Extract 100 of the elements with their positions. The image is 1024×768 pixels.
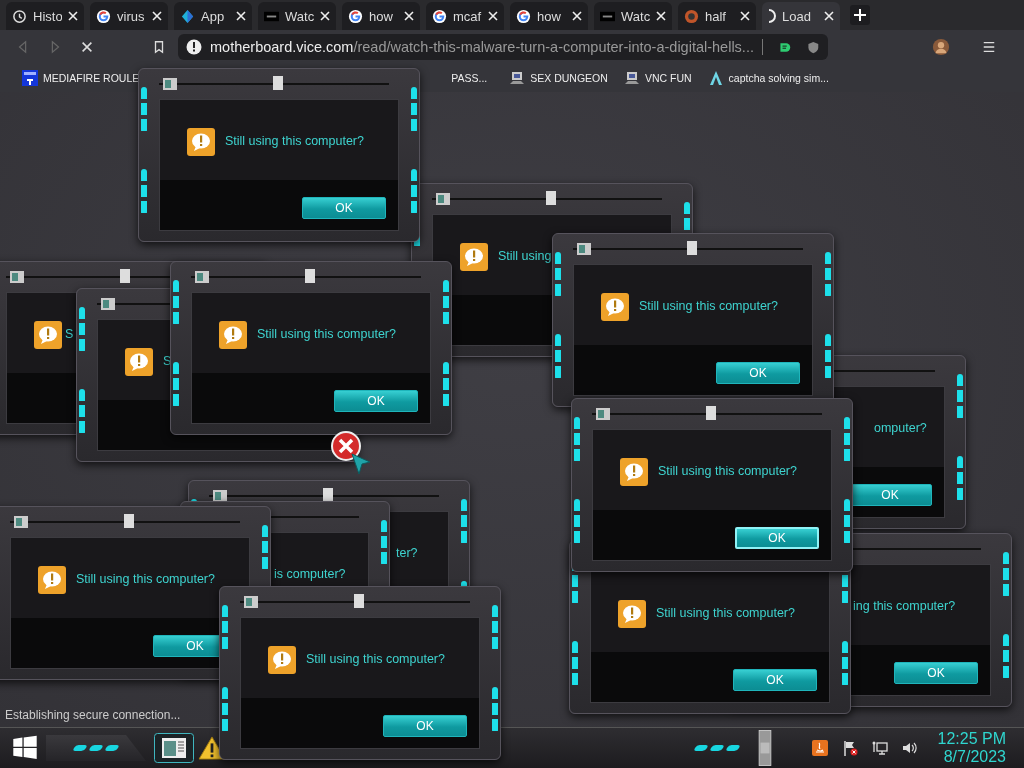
message-text: is computer? bbox=[274, 566, 346, 582]
led-strip bbox=[825, 334, 831, 380]
close-icon[interactable] bbox=[572, 11, 582, 21]
loading-icon bbox=[768, 9, 776, 23]
browser-tab[interactable]: Load bbox=[762, 2, 840, 30]
site-icon bbox=[180, 8, 195, 24]
browser-tab[interactable]: how bbox=[342, 2, 420, 30]
java-icon[interactable] bbox=[811, 740, 828, 756]
window-icon bbox=[14, 516, 28, 528]
close-icon[interactable] bbox=[824, 11, 834, 21]
alert-bubble-icon bbox=[460, 243, 488, 271]
google-icon bbox=[516, 8, 531, 24]
browser-tab[interactable]: how bbox=[510, 2, 588, 30]
title-square-icon bbox=[305, 269, 315, 283]
led-strip bbox=[381, 520, 387, 566]
led-strip bbox=[443, 280, 449, 326]
info-icon[interactable] bbox=[186, 39, 202, 55]
browser-tab[interactable]: virus bbox=[90, 2, 168, 30]
alert-bubble-icon bbox=[618, 600, 646, 628]
browser-tab[interactable]: Histo bbox=[6, 2, 84, 30]
close-icon[interactable] bbox=[488, 11, 498, 21]
led-strip bbox=[574, 499, 580, 545]
bookmark-link[interactable]: SEX DUNGEON bbox=[509, 70, 608, 86]
led-strip bbox=[1003, 634, 1009, 680]
close-icon[interactable] bbox=[320, 11, 330, 21]
windows-logo-icon[interactable] bbox=[12, 735, 38, 761]
led-strip bbox=[555, 334, 561, 380]
led-strip bbox=[222, 687, 228, 733]
clock-time: 12:25 PM bbox=[937, 730, 1006, 748]
bookmark-icon[interactable] bbox=[152, 40, 166, 54]
menu-icon[interactable] bbox=[982, 40, 996, 54]
led-strip bbox=[957, 374, 963, 420]
led-strip bbox=[844, 417, 850, 463]
close-icon[interactable] bbox=[404, 11, 414, 21]
title-square-icon bbox=[273, 76, 283, 90]
led-strip bbox=[555, 252, 561, 298]
window-icon bbox=[577, 243, 591, 255]
volume-icon[interactable] bbox=[901, 740, 918, 756]
bookmark-link[interactable]: VNC FUN bbox=[623, 70, 692, 86]
message-text: Still using this computer? bbox=[639, 298, 778, 314]
title-square-icon bbox=[546, 191, 556, 205]
avatar-icon[interactable] bbox=[932, 38, 950, 56]
led-strip bbox=[79, 307, 85, 353]
message-text: Still using this computer? bbox=[225, 133, 364, 149]
bookmark-favicon bbox=[707, 70, 724, 86]
browser-tab[interactable]: App bbox=[174, 2, 252, 30]
led-strip bbox=[957, 456, 963, 502]
close-icon[interactable] bbox=[152, 11, 162, 21]
led-strip bbox=[572, 641, 578, 687]
led-strip bbox=[825, 252, 831, 298]
close-icon[interactable] bbox=[236, 11, 246, 21]
close-icon[interactable] bbox=[740, 11, 750, 21]
window-app-icon[interactable] bbox=[154, 733, 194, 763]
close-icon[interactable] bbox=[68, 11, 78, 21]
browser-tab[interactable]: mcaf bbox=[426, 2, 504, 30]
title-square-icon bbox=[354, 594, 364, 608]
led-strip bbox=[79, 389, 85, 435]
message-text: Still using bbox=[498, 248, 552, 264]
led-strip bbox=[443, 362, 449, 408]
bookmark-link[interactable]: MEDIAFIRE ROULE bbox=[22, 70, 140, 86]
led-strip bbox=[141, 169, 147, 215]
message-text: Still using this computer? bbox=[656, 605, 795, 621]
google-icon bbox=[348, 8, 363, 24]
window-icon bbox=[244, 596, 258, 608]
window-icon bbox=[213, 490, 227, 502]
window-icon bbox=[195, 271, 209, 283]
led-strip bbox=[461, 499, 467, 545]
clock-date: 8/7/2023 bbox=[943, 748, 1006, 766]
message-text: Still using this computer? bbox=[257, 326, 396, 342]
title-square-icon bbox=[124, 514, 134, 528]
led-strip bbox=[262, 525, 268, 571]
history-icon bbox=[12, 8, 27, 24]
alert-bubble-icon bbox=[34, 321, 62, 349]
title-square-icon bbox=[120, 269, 130, 283]
window-icon bbox=[10, 271, 24, 283]
browser-tab[interactable]: half bbox=[678, 2, 756, 30]
title-square-icon bbox=[706, 406, 716, 420]
message-text: S bbox=[65, 326, 74, 342]
alert-bubble-icon bbox=[38, 566, 66, 594]
alert-bubble-icon bbox=[125, 348, 153, 376]
scroll-handle-icon[interactable] bbox=[757, 730, 772, 766]
google-icon bbox=[96, 8, 111, 24]
bookmark-favicon bbox=[22, 70, 38, 86]
browser-tab[interactable]: Watc bbox=[594, 2, 672, 30]
window-icon bbox=[101, 298, 115, 310]
bookmark-link[interactable]: captcha solving sim... bbox=[707, 70, 829, 86]
led-strip bbox=[173, 362, 179, 408]
browser-tab[interactable]: Watc bbox=[258, 2, 336, 30]
message-text: Still using this computer? bbox=[306, 651, 445, 667]
message-text: ing this computer? bbox=[853, 598, 956, 614]
title-square-icon bbox=[323, 488, 333, 502]
led-strip bbox=[492, 605, 498, 651]
network-icon[interactable] bbox=[871, 740, 888, 756]
close-icon[interactable] bbox=[656, 11, 666, 21]
new-tab-icon[interactable] bbox=[850, 5, 870, 25]
window-icon bbox=[436, 193, 450, 205]
stop-icon[interactable] bbox=[80, 40, 94, 54]
flag-icon[interactable] bbox=[841, 740, 858, 756]
address-field[interactable]: motherboard.vice.com/read/watch-this-malware-turn-a-computer-into-a-digital-hells... bbox=[178, 34, 828, 60]
bookmark-link[interactable]: PASS... bbox=[451, 72, 488, 84]
